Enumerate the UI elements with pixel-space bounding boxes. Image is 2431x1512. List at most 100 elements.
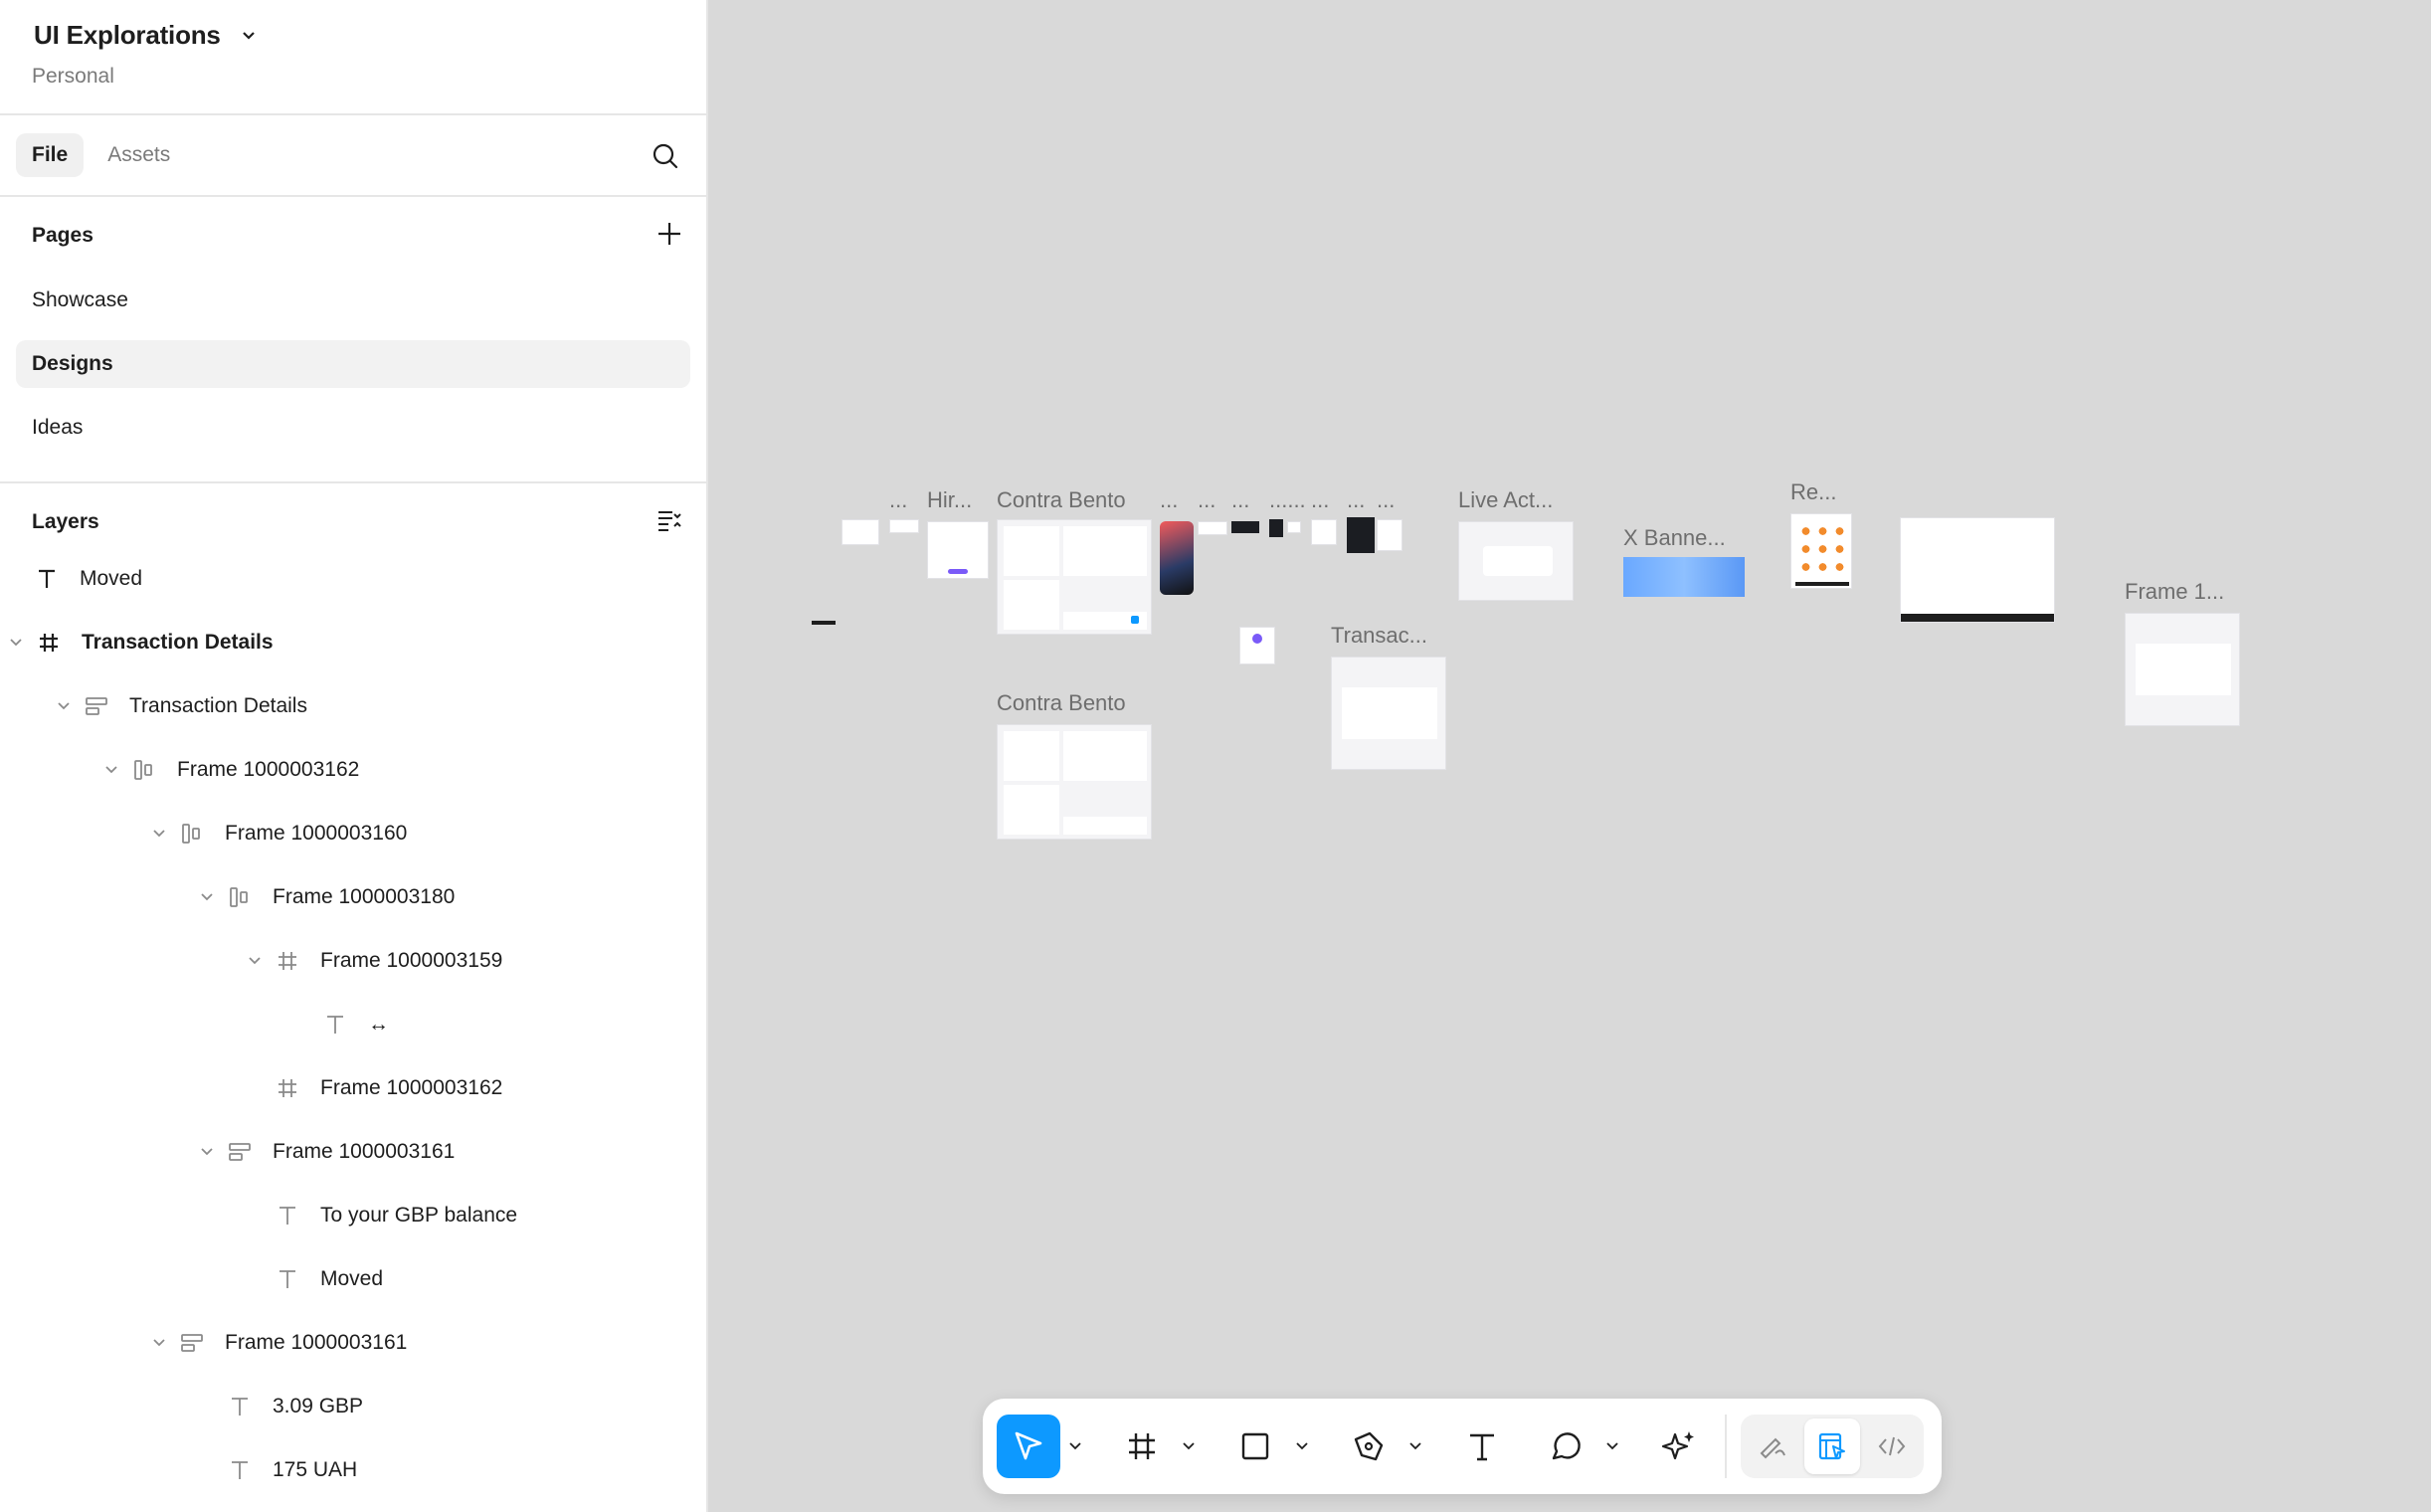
frame-label[interactable]: ...: [1347, 487, 1365, 513]
frame-thumbnail[interactable]: [1377, 519, 1402, 551]
layer-label: Moved: [80, 567, 143, 590]
vertical-autolayout-icon: [177, 1332, 207, 1354]
comment-icon[interactable]: [1534, 1415, 1597, 1478]
frame-label[interactable]: Re...: [1790, 479, 1836, 505]
tiny-element[interactable]: [812, 621, 836, 625]
frame-thumbnail[interactable]: [1458, 521, 1574, 601]
layer-row[interactable]: Transaction Details: [0, 611, 706, 674]
pen-icon[interactable]: [1337, 1415, 1401, 1478]
frame-label[interactable]: Frame 1...: [2125, 579, 2224, 605]
frame-label[interactable]: ...: [1231, 487, 1249, 513]
frame-thumbnail[interactable]: [1331, 657, 1446, 770]
frame-thumbnail[interactable]: [1160, 521, 1194, 595]
frame-label[interactable]: Transac...: [1331, 623, 1427, 649]
layer-row[interactable]: 175 UAH: [0, 1438, 706, 1502]
chevron-down-icon[interactable]: [239, 26, 259, 46]
layer-row[interactable]: Frame 1000003160: [0, 802, 706, 865]
frame-label[interactable]: Live Act...: [1458, 487, 1553, 513]
layer-row[interactable]: Frame 1000003162: [0, 738, 706, 802]
chevron-down-icon[interactable]: [54, 702, 74, 710]
chevron-down-icon[interactable]: [149, 1339, 169, 1347]
frame-thumbnail[interactable]: [1347, 517, 1375, 553]
frame-thumbnail[interactable]: [1311, 519, 1337, 545]
frame-label[interactable]: ...: [1198, 487, 1216, 513]
chevron-down-icon[interactable]: [245, 957, 265, 965]
chevron-down-icon[interactable]: [197, 1148, 217, 1156]
text-layer-icon: [225, 1459, 255, 1481]
chevron-down-icon[interactable]: [197, 893, 217, 901]
move-icon[interactable]: [997, 1415, 1060, 1478]
frame-label[interactable]: Hir...: [927, 487, 972, 513]
layer-row[interactable]: To your GBP balance: [0, 1184, 706, 1247]
layer-row[interactable]: ↔: [0, 993, 706, 1056]
layers-section: Layers Moved Transaction Details Transac…: [0, 483, 706, 1502]
search-icon[interactable]: [647, 137, 684, 175]
design-canvas[interactable]: ... Hir... Contra Bento ... ... ... ....…: [710, 0, 2431, 1512]
collapse-layers-icon[interactable]: [656, 508, 682, 537]
design-mode-icon[interactable]: [1804, 1418, 1860, 1474]
chevron-down-icon[interactable]: [149, 830, 169, 838]
vertical-autolayout-icon: [82, 695, 111, 717]
layer-row[interactable]: Moved: [0, 1247, 706, 1311]
layer-row[interactable]: Frame 1000003159: [0, 929, 706, 993]
frame-icon[interactable]: [1110, 1415, 1174, 1478]
chevron-down-icon[interactable]: [101, 766, 121, 774]
layers-title: Layers: [32, 510, 99, 533]
frame-thumbnail[interactable]: [1900, 517, 2055, 623]
frame-thumbnail[interactable]: [1269, 519, 1283, 537]
text-layer-icon: [320, 1014, 350, 1036]
add-page-icon[interactable]: [656, 221, 682, 252]
frame-thumbnail[interactable]: [997, 724, 1152, 840]
draw-mode-icon[interactable]: [1745, 1418, 1800, 1474]
tab-file[interactable]: File: [16, 133, 85, 177]
chevron-down-icon[interactable]: [1287, 1415, 1317, 1478]
frame-thumbnail[interactable]: [1239, 627, 1275, 664]
file-header: UI Explorations Personal: [0, 0, 706, 115]
chevron-down-icon[interactable]: [1060, 1415, 1090, 1478]
layer-label: ↔: [368, 1013, 389, 1036]
layer-row[interactable]: Transaction Details: [0, 674, 706, 738]
text-layer-icon: [225, 1396, 255, 1418]
frame-label[interactable]: ......: [1269, 487, 1306, 513]
text-layer-icon: [273, 1268, 302, 1290]
page-item-ideas[interactable]: Ideas: [16, 404, 690, 452]
frame-thumbnail[interactable]: [997, 519, 1152, 635]
layer-row[interactable]: Moved: [0, 547, 706, 611]
tab-assets[interactable]: Assets: [92, 133, 186, 177]
page-item-showcase[interactable]: Showcase: [16, 277, 690, 324]
chevron-down-icon[interactable]: [6, 639, 26, 647]
frame-label[interactable]: ...: [889, 487, 907, 513]
frame-label[interactable]: X Banne...: [1623, 525, 1726, 551]
left-sidebar: UI Explorations Personal File Assets Pag…: [0, 0, 708, 1512]
file-title-button[interactable]: UI Explorations: [32, 20, 674, 51]
chevron-down-icon[interactable]: [1174, 1415, 1204, 1478]
frame-label[interactable]: ...: [1160, 487, 1178, 513]
frame-thumbnail[interactable]: [842, 519, 879, 545]
page-item-designs[interactable]: Designs: [16, 340, 690, 388]
frame-label[interactable]: ...: [1311, 487, 1329, 513]
frame-label[interactable]: Contra Bento: [997, 690, 1126, 716]
layer-row[interactable]: Frame 1000003180: [0, 865, 706, 929]
dev-mode-icon[interactable]: [1864, 1418, 1920, 1474]
banner-thumbnail[interactable]: [1623, 557, 1745, 597]
frame-thumbnail[interactable]: [2125, 613, 2240, 726]
ai-sparkle-icon[interactable]: [1647, 1415, 1711, 1478]
layer-row[interactable]: 3.09 GBP: [0, 1375, 706, 1438]
frame-thumbnail[interactable]: [1198, 521, 1227, 535]
frame-thumbnail[interactable]: [1287, 521, 1301, 533]
text-icon[interactable]: [1450, 1415, 1514, 1478]
layer-row[interactable]: Frame 1000003162: [0, 1056, 706, 1120]
frame-label[interactable]: Contra Bento: [997, 487, 1126, 513]
frame-thumbnail[interactable]: [927, 521, 989, 579]
frame-label[interactable]: ...: [1377, 487, 1395, 513]
frame-thumbnail[interactable]: [889, 519, 919, 533]
layer-row[interactable]: Frame 1000003161: [0, 1120, 706, 1184]
file-title: UI Explorations: [34, 20, 221, 50]
chevron-down-icon[interactable]: [1401, 1415, 1430, 1478]
frame-thumbnail[interactable]: [1231, 521, 1259, 533]
layer-row[interactable]: Frame 1000003161: [0, 1311, 706, 1375]
chevron-down-icon[interactable]: [1597, 1415, 1627, 1478]
layer-label: Frame 1000003180: [273, 885, 456, 908]
rectangle-icon[interactable]: [1223, 1415, 1287, 1478]
frame-thumbnail[interactable]: [1790, 513, 1852, 589]
